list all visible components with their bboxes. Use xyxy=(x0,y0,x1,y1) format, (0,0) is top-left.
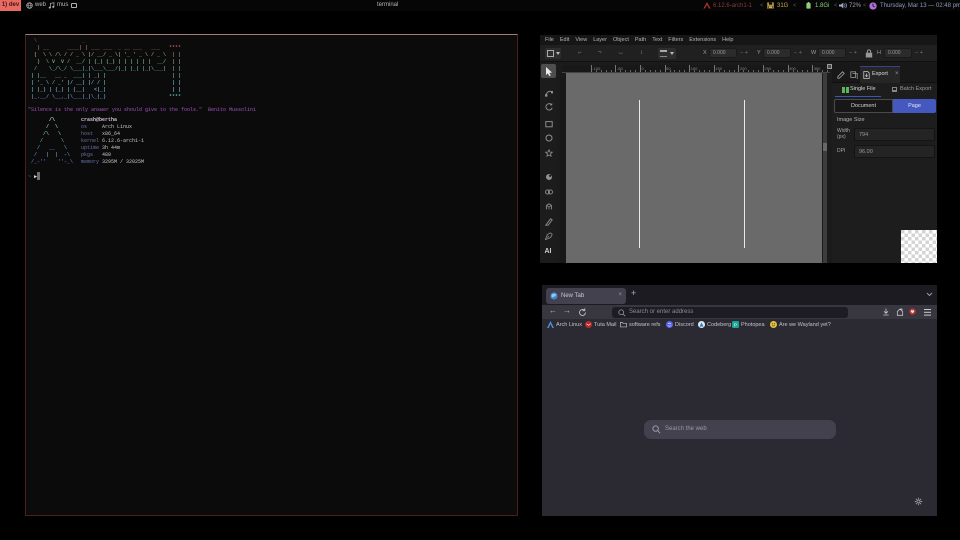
svg-text:P: P xyxy=(734,322,737,328)
